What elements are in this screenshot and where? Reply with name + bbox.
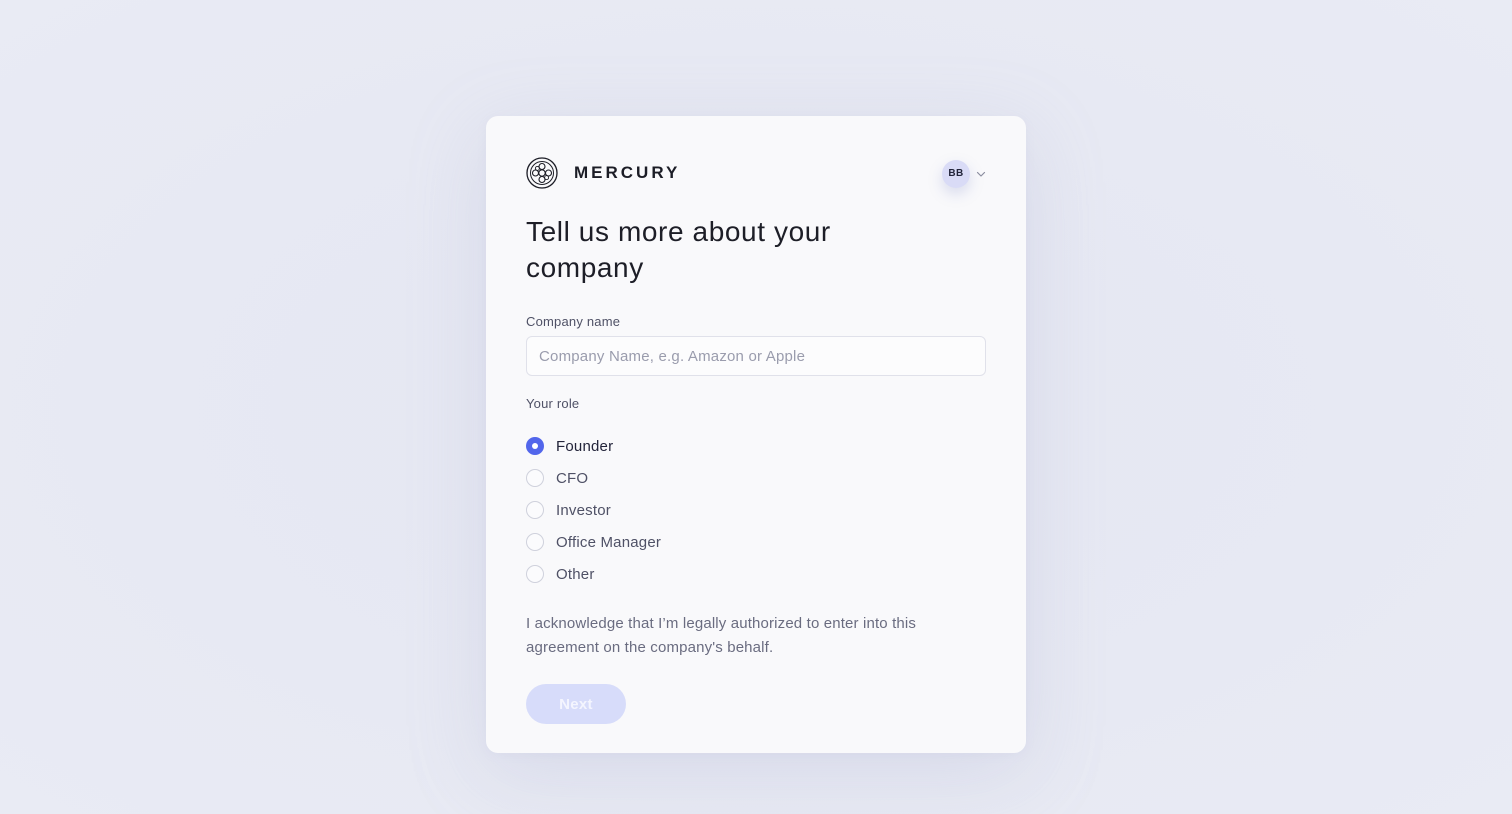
radio-other[interactable] (526, 565, 544, 583)
role-option-label: Founder (556, 437, 614, 455)
card-header: MERCURY BB (526, 156, 986, 190)
chevron-down-icon[interactable] (976, 169, 986, 179)
radio-founder[interactable] (526, 437, 544, 455)
account-menu[interactable]: BB (942, 159, 986, 188)
brand-name: MERCURY (574, 163, 681, 182)
role-option-label: Investor (556, 501, 611, 519)
next-button[interactable]: Next (526, 684, 626, 724)
role-option-label: Office Manager (556, 533, 662, 551)
role-label: Your role (526, 396, 580, 411)
role-option-label: CFO (556, 469, 589, 487)
radio-office-manager[interactable] (526, 533, 544, 551)
role-option-other[interactable]: Other (526, 558, 986, 590)
onboarding-card: MERCURY BB Tell us more about your compa… (486, 116, 1026, 753)
role-option-label: Other (556, 565, 595, 583)
brand: MERCURY (526, 157, 680, 189)
company-name-input[interactable] (526, 336, 986, 376)
radio-investor[interactable] (526, 501, 544, 519)
mercury-logo-icon (526, 157, 558, 189)
legal-acknowledgement: I acknowledge that I’m legally authorize… (526, 615, 917, 656)
role-option-investor[interactable]: Investor (526, 494, 986, 526)
page-background: MERCURY BB Tell us more about your compa… (0, 0, 1512, 814)
page-title: Tell us more about your company (526, 216, 831, 283)
role-option-cfo[interactable]: CFO (526, 462, 986, 494)
role-option-office-manager[interactable]: Office Manager (526, 526, 986, 558)
radio-cfo[interactable] (526, 469, 544, 487)
role-radio-group: Founder CFO Investor Office Manager Othe… (526, 430, 986, 590)
avatar[interactable]: BB (942, 159, 970, 188)
role-option-founder[interactable]: Founder (526, 430, 986, 462)
company-name-label: Company name (526, 314, 621, 329)
